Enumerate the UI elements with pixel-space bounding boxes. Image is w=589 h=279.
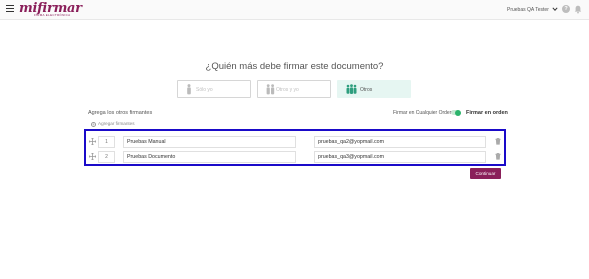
add-signers-button[interactable]: + Agregar firmantes: [91, 121, 135, 127]
trash-icon[interactable]: [495, 153, 501, 160]
two-people-icon: [266, 84, 275, 95]
choice-label: Otros: [360, 86, 373, 93]
plus-icon: +: [91, 122, 96, 127]
order-sequential-label: Firmar en orden: [466, 110, 508, 116]
user-name[interactable]: Pruebas QA Tester: [507, 7, 549, 13]
signer-name-input[interactable]: Pruebas Documento: [123, 151, 296, 163]
continue-button[interactable]: Continuar: [470, 168, 501, 179]
signer-order-input[interactable]: 2: [98, 151, 115, 163]
order-toggle[interactable]: [451, 109, 461, 116]
toggle-knob: [455, 109, 461, 116]
signer-row: 2 Pruebas Documento pruebas_qa3@yopmail.…: [86, 150, 504, 164]
bell-icon[interactable]: [574, 5, 582, 14]
single-person-icon: [187, 84, 191, 95]
choice-label: Otros y yo: [276, 86, 299, 93]
help-icon[interactable]: ?: [562, 5, 570, 13]
top-bar: mifirmar FIRMA ELECTRÓNICA Pruebas QA Te…: [0, 0, 589, 20]
signer-email-input[interactable]: pruebas_qa3@yopmail.com: [314, 151, 486, 163]
chevron-down-icon[interactable]: [552, 6, 558, 12]
choice-others[interactable]: Otros: [337, 80, 411, 98]
choice-others-and-me[interactable]: Otros y yo: [257, 80, 331, 98]
section-label: Agrega los otros firmantes: [88, 110, 153, 116]
order-any-label: Firmar en Cualquier Orden: [393, 110, 453, 116]
page-title: ¿Quién más debe firmar este documento?: [205, 61, 384, 72]
choice-only-me[interactable]: Sólo yo: [177, 80, 251, 98]
add-signers-label: Agregar firmantes: [98, 121, 135, 126]
signer-name-input[interactable]: Pruebas Manual: [123, 136, 296, 148]
signer-order-input[interactable]: 1: [98, 136, 115, 148]
group-icon: [346, 84, 357, 94]
logo-subtitle: FIRMA ELECTRÓNICA: [34, 13, 71, 17]
signer-email-input[interactable]: pruebas_qa2@yopmail.com: [314, 136, 486, 148]
signer-row: 1 Pruebas Manual pruebas_qa2@yopmail.com: [86, 135, 504, 149]
drag-handle-icon[interactable]: [89, 138, 96, 145]
trash-icon[interactable]: [495, 138, 501, 145]
choice-label: Sólo yo: [196, 86, 213, 93]
signers-list: 1 Pruebas Manual pruebas_qa2@yopmail.com…: [84, 129, 506, 166]
hamburger-menu-icon[interactable]: [6, 5, 14, 13]
drag-handle-icon[interactable]: [89, 153, 96, 160]
